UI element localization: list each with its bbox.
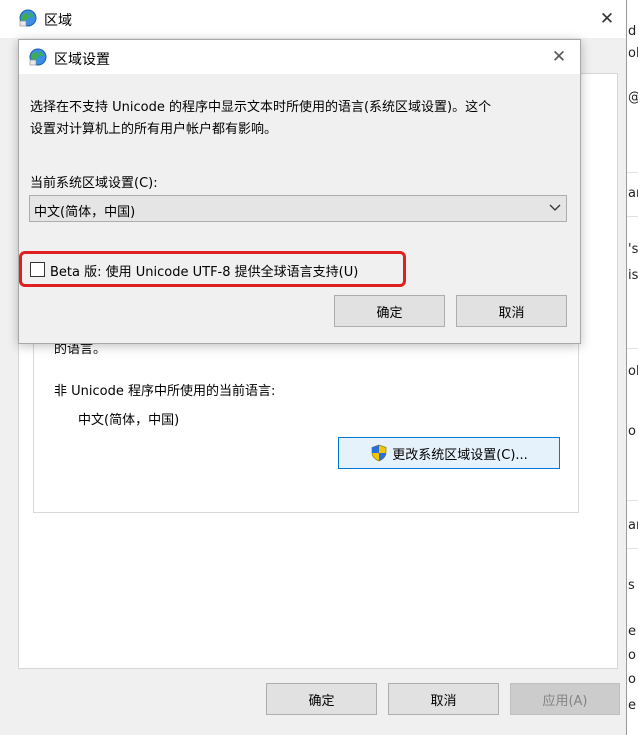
strip-text: oh xyxy=(628,364,638,379)
region-window-close-button[interactable]: ✕ xyxy=(594,6,620,32)
strip-text: e xyxy=(628,624,636,639)
region-window-title: 区域 xyxy=(44,13,72,29)
region-settings-close-button[interactable]: ✕ xyxy=(546,44,572,70)
strip-text: 's xyxy=(628,242,638,257)
region-window-titlebar xyxy=(0,0,626,38)
dialog-cancel-button[interactable]: 取消 xyxy=(456,295,567,327)
strip-text: o xyxy=(628,672,636,687)
strip-text: ar xyxy=(628,518,638,533)
change-system-locale-label: 更改系统区域设置(C)... xyxy=(392,447,528,463)
strip-text: d xyxy=(628,24,637,39)
region-apply-button[interactable]: 应用(A) xyxy=(510,683,620,715)
strip-text: is xyxy=(628,268,638,283)
strip-text: o xyxy=(628,648,636,663)
globe-icon xyxy=(19,9,37,27)
nonunicode-language-value: 中文(简体，中国) xyxy=(78,413,180,428)
current-locale-label: 当前系统区域设置(C): xyxy=(30,176,158,191)
strip-text: @ xyxy=(628,90,638,105)
change-system-locale-button[interactable]: 更改系统区域设置(C)... xyxy=(338,437,560,469)
strip-text: e xyxy=(628,698,636,713)
description-text: 选择在不支持 Unicode 的程序中显示文本时所使用的语言(系统区域设置)。这… xyxy=(30,100,492,115)
region-cancel-button[interactable]: 取消 xyxy=(388,683,499,715)
uac-shield-icon xyxy=(371,444,387,462)
current-locale-value: 中文(简体，中国) xyxy=(34,205,136,220)
region-settings-title: 区域设置 xyxy=(54,52,110,68)
beta-utf8-label[interactable]: Beta 版: 使用 Unicode UTF-8 提供全球语言支持(U) xyxy=(50,261,358,280)
region-ok-button[interactable]: 确定 xyxy=(266,683,377,715)
strip-text: o xyxy=(628,424,636,439)
beta-utf8-checkbox[interactable] xyxy=(30,262,45,277)
globe-icon xyxy=(29,48,47,66)
strip-text: s xyxy=(628,578,635,593)
chevron-down-icon xyxy=(549,204,561,211)
strip-text: oh xyxy=(628,46,638,61)
background-app-strip: d oh @ ar 's is oh o ar s e o o e xyxy=(627,0,638,735)
strip-text: ar xyxy=(628,186,638,201)
description-text: 设置对计算机上的所有用户帐户都有影响。 xyxy=(30,122,278,137)
dialog-ok-button[interactable]: 确定 xyxy=(334,295,445,327)
nonunicode-language-label: 非 Unicode 程序中所使用的当前语言: xyxy=(54,384,276,399)
